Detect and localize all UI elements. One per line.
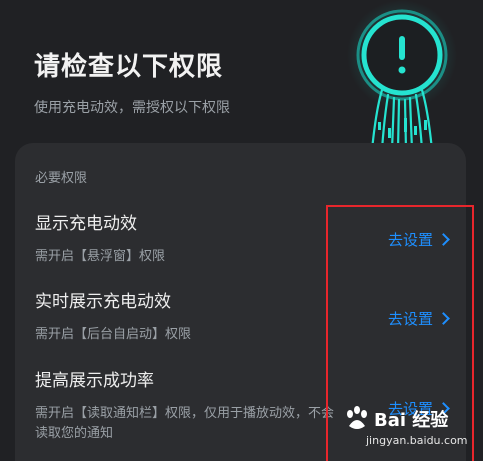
permission-desc: 需开启【后台自启动】权限 — [35, 327, 192, 342]
permission-check-screen: 请检查以下权限 使用充电动效，需授权以下权限 必要权限 显示充电动效 需开启【悬… — [0, 0, 483, 461]
settings-link-floating-window[interactable]: 去设置 — [387, 229, 450, 250]
section-label-required: 必要权限 — [35, 171, 88, 186]
page-subtitle: 使用充电动效，需授权以下权限 — [34, 100, 230, 116]
paw-icon — [347, 406, 367, 429]
settings-link-label: 去设置 — [387, 231, 433, 249]
watermark-domain: jingyan.baidu.com — [366, 434, 468, 447]
permission-title: 提高展示成功率 — [35, 371, 154, 391]
page-title: 请检查以下权限 — [34, 52, 224, 82]
permission-desc: 需开启【读取通知栏】权限，仅用于播放动效，不会读取您的通知 — [35, 406, 335, 441]
settings-link-autostart[interactable]: 去设置 — [387, 308, 450, 329]
exclamation-icon — [347, 0, 457, 150]
settings-link-label: 去设置 — [387, 310, 433, 328]
chevron-right-icon — [437, 312, 450, 325]
chevron-right-icon — [437, 233, 450, 246]
permission-desc: 需开启【悬浮窗】权限 — [35, 249, 166, 264]
watermark-brand: Bai 经验 — [374, 410, 449, 431]
baidu-jingyan-watermark: Bai 经验 jingyan.baidu.com — [338, 400, 478, 456]
